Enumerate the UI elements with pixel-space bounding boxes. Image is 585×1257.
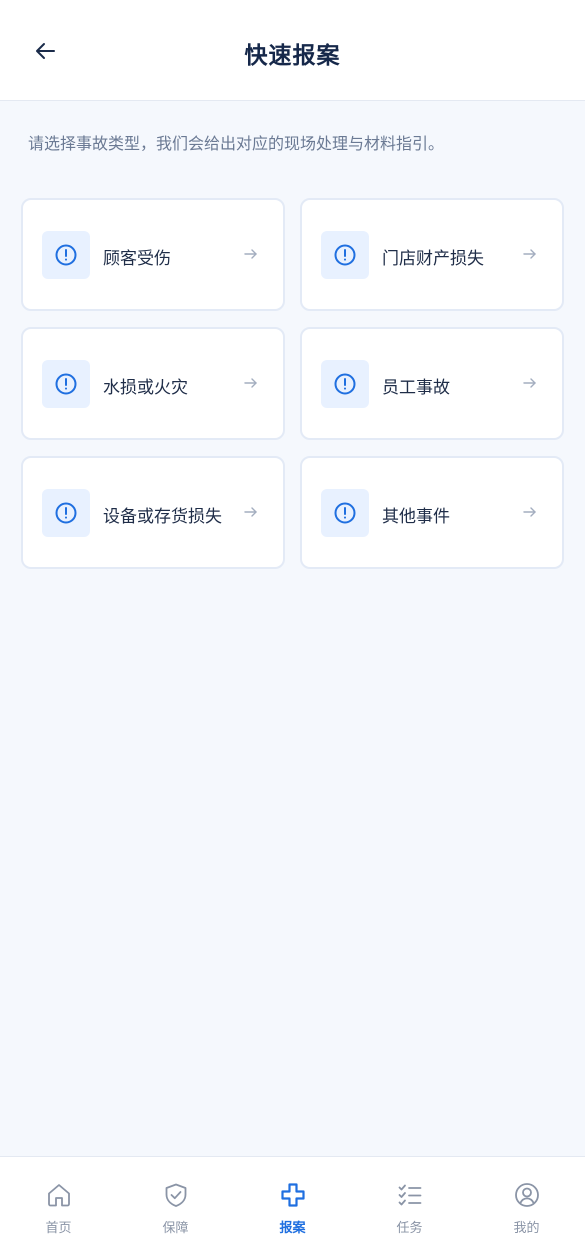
arrow-right-icon — [523, 249, 536, 259]
alert-circle-icon — [55, 502, 77, 524]
incident-type-grid: 顾客受伤 门店财产损失 水损或火灾 员工事故 设备或存货损失 其他事件 — [21, 198, 564, 569]
incident-card-equipment-inventory-loss[interactable]: 设备或存货损失 — [21, 456, 285, 569]
tab-label: 我的 — [513, 1221, 540, 1236]
alert-circle-icon — [55, 244, 77, 266]
intro-text: 请选择事故类型，我们会给出对应的现场处理与材料指引。 — [28, 134, 445, 153]
incident-card-store-property-loss[interactable]: 门店财产损失 — [300, 198, 564, 311]
arrow-right-icon — [244, 507, 257, 517]
alert-circle-icon — [334, 373, 356, 395]
tab-home[interactable]: 首页 — [0, 1157, 117, 1257]
tab-label: 首页 — [45, 1221, 72, 1236]
icon-box — [42, 231, 90, 279]
shield-check-icon — [165, 1183, 186, 1207]
plus-cross-icon — [280, 1183, 305, 1207]
tab-coverage[interactable]: 保障 — [117, 1157, 234, 1257]
alert-circle-icon — [55, 373, 77, 395]
incident-card-other[interactable]: 其他事件 — [300, 456, 564, 569]
incident-card-label: 门店财产损失 — [382, 249, 484, 269]
incident-card-customer-injury[interactable]: 顾客受伤 — [21, 198, 285, 311]
icon-box — [321, 489, 369, 537]
user-circle-icon — [514, 1183, 539, 1207]
arrow-right-icon — [523, 378, 536, 388]
app-root: 快速报案 请选择事故类型，我们会给出对应的现场处理与材料指引。 顾客受伤 门店财… — [0, 0, 585, 1257]
tab-report-claim[interactable]: 报案 — [234, 1157, 351, 1257]
home-icon — [47, 1184, 70, 1207]
incident-card-label: 员工事故 — [382, 378, 450, 398]
icon-box — [42, 489, 90, 537]
tab-label: 保障 — [162, 1221, 189, 1236]
icon-box — [321, 360, 369, 408]
incident-card-employee-accident[interactable]: 员工事故 — [300, 327, 564, 440]
arrow-right-icon — [244, 249, 257, 259]
header: 快速报案 — [0, 0, 585, 101]
tab-profile[interactable]: 我的 — [468, 1157, 585, 1257]
incident-card-label: 设备或存货损失 — [103, 507, 222, 527]
arrow-right-icon — [523, 507, 536, 517]
arrow-right-icon — [244, 378, 257, 388]
bottom-tab-bar: 首页 保障 报案 任务 我的 — [0, 1156, 585, 1257]
tab-label: 任务 — [396, 1221, 423, 1236]
alert-circle-icon — [334, 502, 356, 524]
incident-card-label: 顾客受伤 — [103, 249, 171, 269]
icon-box — [42, 360, 90, 408]
alert-circle-icon — [334, 244, 356, 266]
page-title: 快速报案 — [244, 43, 341, 69]
tab-tasks[interactable]: 任务 — [351, 1157, 468, 1257]
tab-label: 报案 — [279, 1221, 306, 1236]
incident-card-label: 水损或火灾 — [103, 378, 188, 398]
icon-box — [321, 231, 369, 279]
incident-card-label: 其他事件 — [382, 507, 450, 527]
checklist-icon — [398, 1184, 421, 1206]
incident-card-water-fire[interactable]: 水损或火灾 — [21, 327, 285, 440]
